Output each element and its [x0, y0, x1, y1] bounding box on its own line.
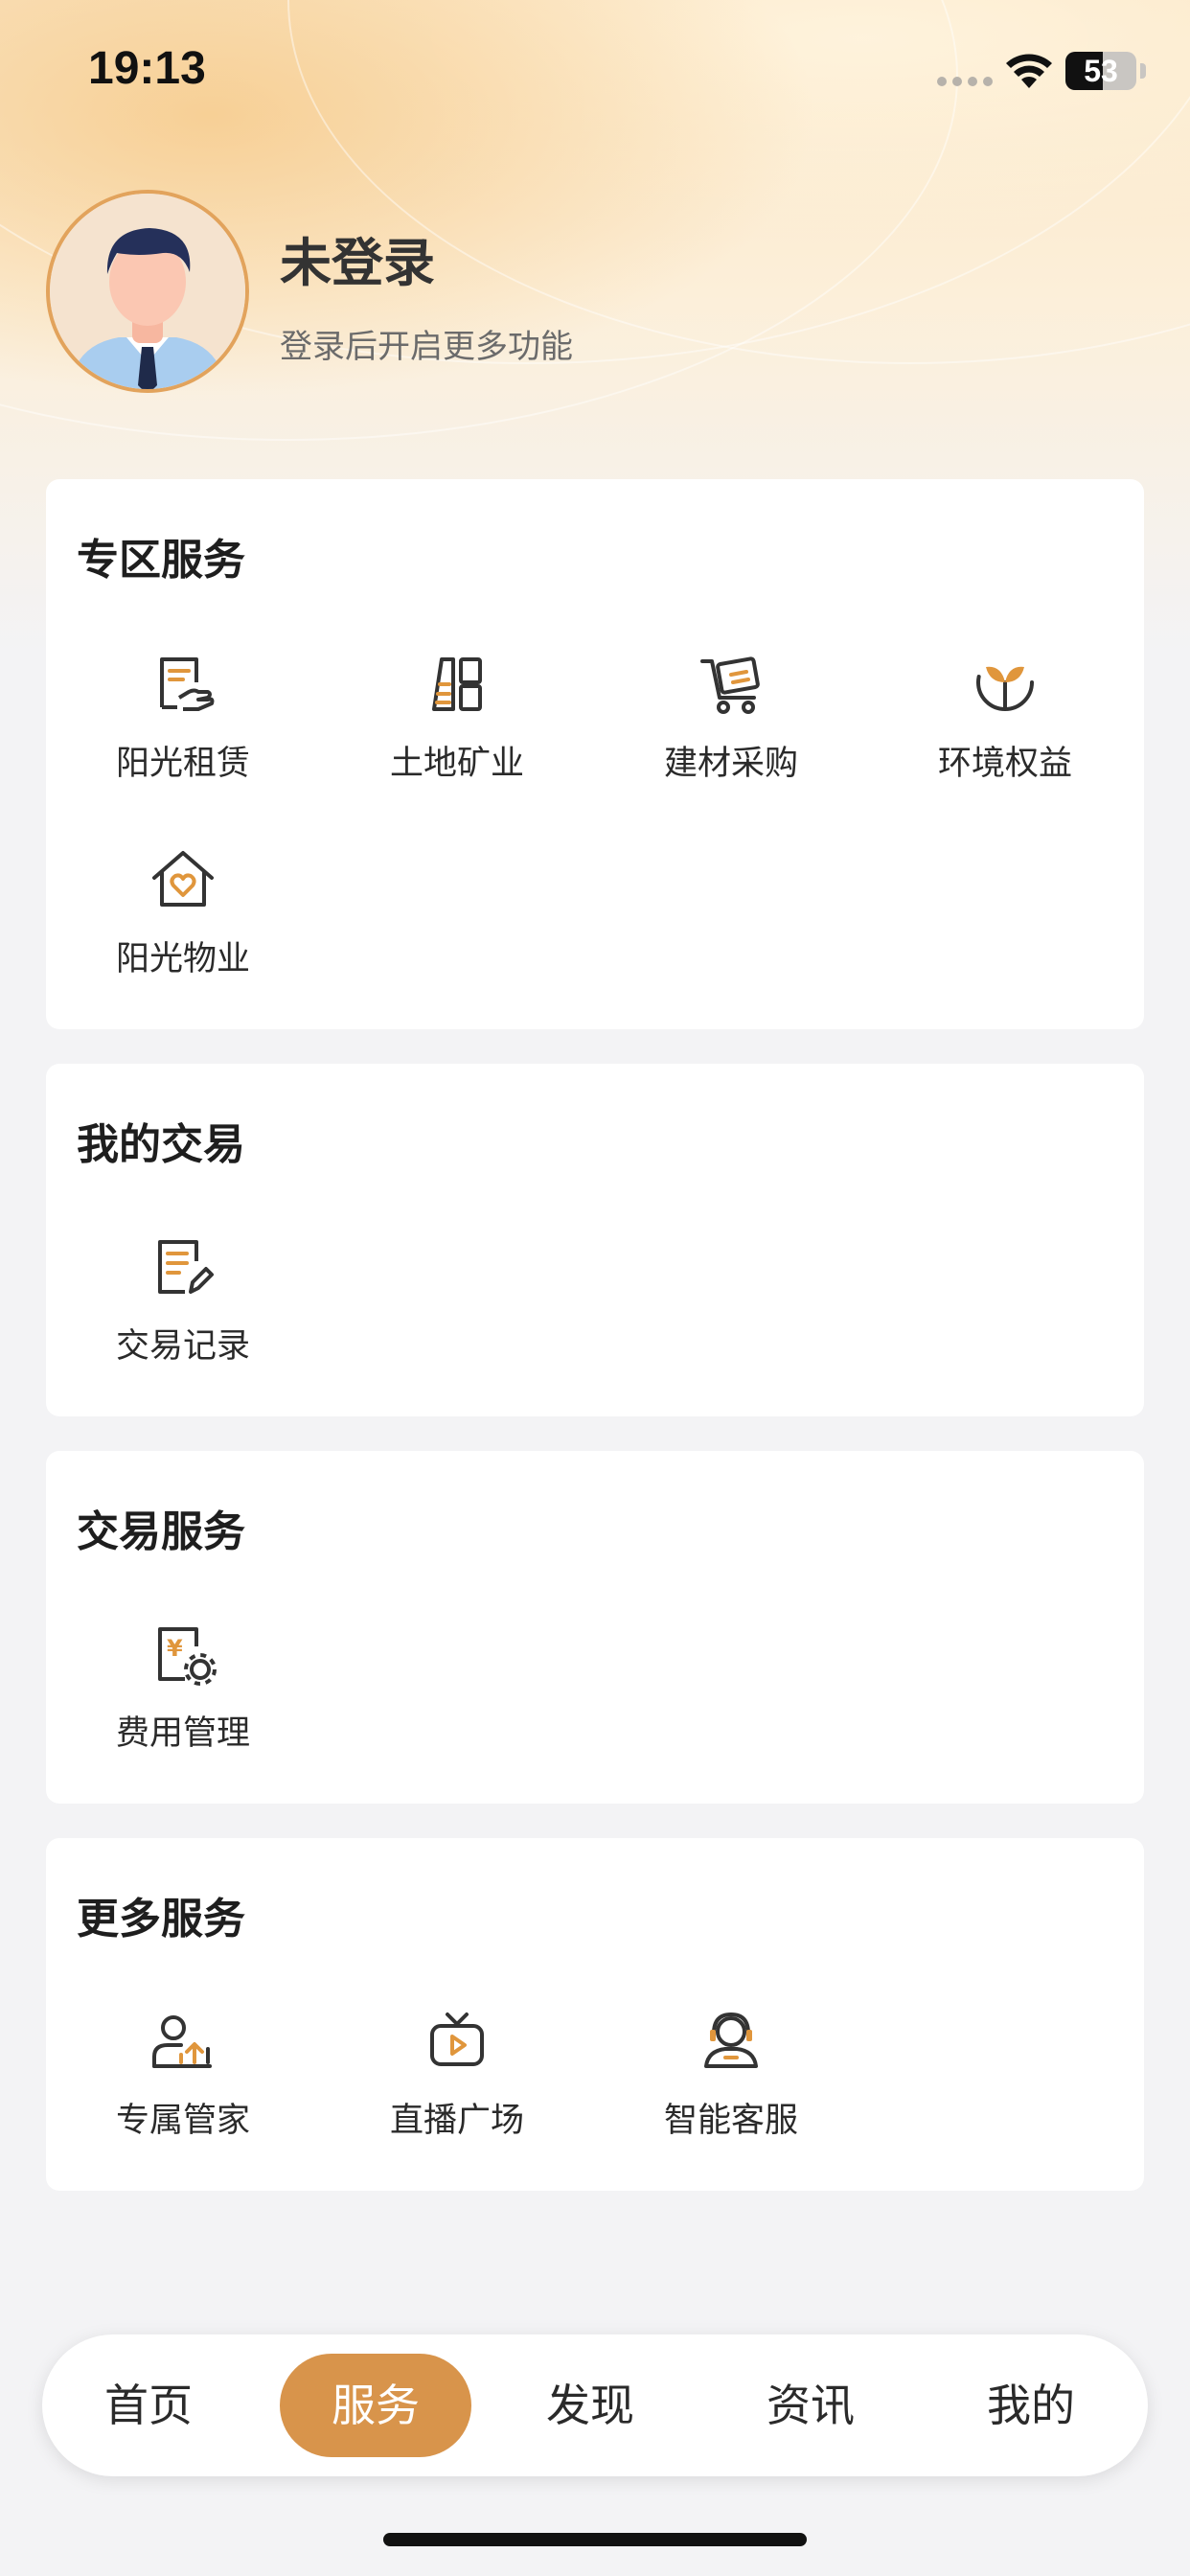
land-mining-icon — [432, 657, 482, 711]
section-my-trades: 我的交易 交易记录 — [46, 1064, 1144, 1416]
house-heart-icon — [152, 851, 214, 907]
section-title: 交易服务 — [77, 1507, 245, 1556]
section-title: 专区服务 — [77, 536, 245, 585]
section-trade-services: 交易服务 ¥ 费用管理 — [46, 1451, 1144, 1804]
profile-subtitle: 登录后开启更多功能 — [280, 328, 573, 366]
live-tv-icon — [430, 2012, 484, 2066]
profile-name[interactable]: 未登录 — [280, 220, 435, 296]
butler-icon — [152, 2015, 212, 2068]
cart-icon — [700, 656, 760, 714]
tab-mine[interactable]: 我的 — [935, 2354, 1127, 2457]
avatar[interactable] — [46, 190, 249, 393]
service-label: 直播广场 — [389, 2102, 524, 2140]
section-more-services: 更多服务 专属管家 直播广场 智能客服 — [46, 1838, 1144, 2191]
cellular-signal-icon — [937, 77, 993, 86]
section-title: 我的交易 — [77, 1120, 245, 1169]
status-bar: 19:13 53 — [0, 0, 1190, 144]
headset-agent-icon — [704, 2012, 758, 2068]
service-material-purchase[interactable]: 建材采购 — [594, 650, 868, 785]
tab-news[interactable]: 资讯 — [715, 2354, 906, 2457]
service-label: 阳光租赁 — [115, 745, 250, 783]
service-label: 土地矿业 — [389, 745, 524, 783]
service-label: 专属管家 — [115, 2102, 250, 2140]
wifi-icon — [1006, 54, 1052, 88]
service-exclusive-butler[interactable]: 专属管家 — [46, 2007, 320, 2142]
service-trade-records[interactable]: 交易记录 — [46, 1232, 320, 1368]
service-label: 阳光物业 — [115, 940, 250, 978]
service-sunshine-lease[interactable]: 阳光租赁 — [46, 650, 320, 785]
tab-home[interactable]: 首页 — [52, 2354, 245, 2457]
battery-cap — [1140, 63, 1146, 79]
service-environmental-rights[interactable]: 环境权益 — [868, 650, 1142, 785]
home-indicator[interactable] — [383, 2533, 807, 2546]
service-label: 建材采购 — [663, 745, 798, 783]
user-avatar-icon — [50, 194, 245, 389]
section-title: 更多服务 — [77, 1895, 245, 1944]
lease-document-icon — [160, 657, 215, 711]
service-fee-management[interactable]: ¥ 费用管理 — [46, 1620, 320, 1755]
tab-services[interactable]: 服务 — [280, 2354, 471, 2457]
battery-percentage: 53 — [1084, 54, 1118, 88]
section-zone-services: 专区服务 阳光租赁 土地矿业 建材采购 环境权益 阳光物业 — [46, 479, 1144, 1029]
service-live-plaza[interactable]: 直播广场 — [320, 2007, 594, 2142]
tab-discover[interactable]: 发现 — [494, 2354, 686, 2457]
service-land-mining[interactable]: 土地矿业 — [320, 650, 594, 785]
service-label: 环境权益 — [937, 745, 1072, 783]
battery-icon: 53 — [1065, 52, 1136, 90]
fee-settings-icon: ¥ — [158, 1627, 217, 1686]
service-sunshine-property[interactable]: 阳光物业 — [46, 845, 320, 980]
status-time: 19:13 — [88, 43, 206, 94]
record-edit-icon — [158, 1240, 214, 1294]
sprout-icon — [976, 654, 1034, 711]
service-label: 交易记录 — [115, 1327, 250, 1366]
service-label: 费用管理 — [115, 1714, 250, 1753]
svg-text:¥: ¥ — [167, 1635, 183, 1662]
service-label: 智能客服 — [663, 2102, 798, 2140]
bottom-tab-bar: 首页 服务 发现 资讯 我的 — [42, 2334, 1148, 2476]
services-page: 19:13 53 未登录 登录后开启更多功能 专区服务 阳光租赁 土地矿业 建材… — [0, 0, 1190, 2576]
service-smart-support[interactable]: 智能客服 — [594, 2007, 868, 2142]
